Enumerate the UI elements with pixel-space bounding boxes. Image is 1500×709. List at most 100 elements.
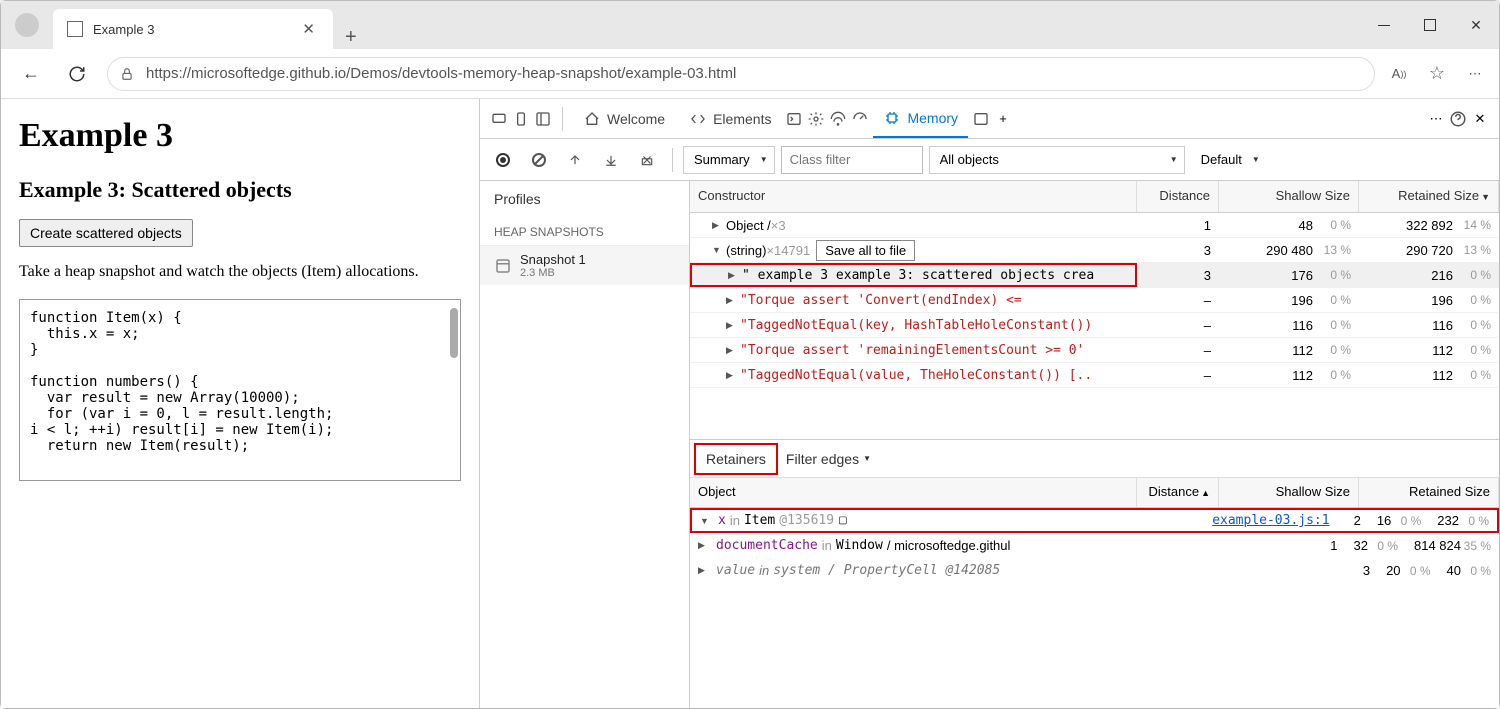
help-icon[interactable]	[1449, 110, 1467, 128]
retainers-rows[interactable]: ▼x in Item @135619 ▢example-03.js:12160 …	[690, 508, 1499, 708]
console-icon[interactable]	[785, 110, 803, 128]
save-all-button[interactable]: Save all to file	[816, 240, 915, 261]
sources-icon[interactable]	[807, 110, 825, 128]
page-h2: Example 3: Scattered objects	[19, 177, 461, 203]
home-icon	[583, 110, 601, 128]
window-maximize-button[interactable]	[1407, 1, 1453, 49]
devtools-tabs: Welcome Elements Memory + ⋯ ✕	[480, 99, 1499, 139]
tab-memory[interactable]: Memory	[873, 99, 968, 138]
sort-desc-icon: ▼	[1481, 192, 1490, 202]
code-box[interactable]: function Item(x) { this.x = x; } functio…	[19, 299, 461, 481]
retainers-header: Object Distance▲ Shallow Size Retained S…	[690, 478, 1499, 508]
refresh-button[interactable]	[61, 58, 93, 90]
heap-area: Constructor Distance Shallow Size Retain…	[690, 181, 1499, 708]
heap-row[interactable]: ▶" example 3 example 3: scattered object…	[690, 263, 1499, 288]
window-controls	[1361, 1, 1499, 49]
heap-header: Constructor Distance Shallow Size Retain…	[690, 181, 1499, 213]
page-paragraph: Take a heap snapshot and watch the objec…	[19, 263, 461, 281]
address-bar: ← https://microsoftedge.github.io/Demos/…	[1, 49, 1499, 99]
dock-icon[interactable]	[534, 110, 552, 128]
page-icon	[67, 21, 83, 37]
devtools-close-icon[interactable]: ✕	[1471, 110, 1489, 128]
retainers-tabs: Retainers Filter edges	[690, 440, 1499, 478]
memory-icon	[883, 109, 901, 127]
window-close-button[interactable]	[1453, 1, 1499, 49]
snapshot-icon	[494, 257, 512, 275]
ret-col-retained[interactable]: Retained Size	[1359, 478, 1499, 507]
record-button[interactable]	[488, 145, 518, 175]
ret-col-object[interactable]: Object	[690, 478, 1137, 507]
address-input[interactable]: https://microsoftedge.github.io/Demos/de…	[107, 57, 1375, 91]
code-scrollbar[interactable]	[444, 302, 458, 478]
objects-select[interactable]: All objects	[929, 146, 1185, 174]
window-minimize-button[interactable]	[1361, 1, 1407, 49]
heap-row[interactable]: ▶"TaggedNotEqual(value, TheHoleConstant(…	[690, 363, 1499, 388]
more-icon[interactable]: ⋯	[1465, 64, 1485, 84]
ret-col-distance[interactable]: Distance▲	[1137, 478, 1219, 507]
page-h1: Example 3	[19, 117, 461, 155]
back-button[interactable]: ←	[15, 58, 47, 90]
download-button[interactable]	[596, 145, 626, 175]
memory-toolbar: Summary All objects Default	[480, 139, 1499, 181]
snapshot-item[interactable]: Snapshot 1 2.3 MB	[480, 246, 689, 285]
main-area: Example 3 Example 3: Scattered objects C…	[1, 99, 1499, 708]
scrollbar-thumb[interactable]	[450, 308, 458, 358]
heap-row[interactable]: ▶"Torque assert 'Convert(endIndex) <=–19…	[690, 288, 1499, 313]
reading-icon[interactable]: A))	[1389, 64, 1409, 84]
settings-more-icon[interactable]: ⋯	[1427, 110, 1445, 128]
elements-icon	[689, 110, 707, 128]
col-shallow[interactable]: Shallow Size	[1219, 181, 1359, 212]
tab-welcome[interactable]: Welcome	[573, 99, 675, 138]
divider	[562, 107, 563, 131]
snapshot-size: 2.3 MB	[520, 267, 586, 279]
delete-button[interactable]	[632, 145, 662, 175]
heap-row[interactable]: ▼(string) ×14791Save all to file3290 480…	[690, 238, 1499, 263]
retainer-row[interactable]: ▶value in system / PropertyCell @1420853…	[690, 558, 1499, 583]
performance-icon[interactable]	[851, 110, 869, 128]
filter-edges-select[interactable]: Filter edges	[786, 451, 871, 467]
lock-icon	[120, 67, 134, 81]
titlebar: Example 3 ✕ +	[1, 1, 1499, 49]
heap-rows[interactable]: ▶Object / ×31480 %322 89214 %▼(string) ×…	[690, 213, 1499, 439]
new-tab-button[interactable]: +	[333, 26, 369, 49]
snapshot-name: Snapshot 1	[520, 252, 586, 267]
divider	[672, 148, 673, 172]
source-link[interactable]: example-03.js:1	[1212, 513, 1337, 528]
heap-row[interactable]: ▶"TaggedNotEqual(key, HashTableHoleConst…	[690, 313, 1499, 338]
tab-close-icon[interactable]: ✕	[298, 16, 319, 42]
network-icon[interactable]	[829, 110, 847, 128]
favorite-icon[interactable]: ☆	[1427, 64, 1447, 84]
ret-col-shallow[interactable]: Shallow Size	[1219, 478, 1359, 507]
page-content: Example 3 Example 3: Scattered objects C…	[1, 99, 479, 708]
application-icon[interactable]	[972, 110, 990, 128]
heap-row[interactable]: ▶"Torque assert 'remainingElementsCount …	[690, 338, 1499, 363]
browser-tabs: Example 3 ✕ +	[53, 1, 369, 49]
col-constructor[interactable]: Constructor	[690, 181, 1137, 212]
heap-row[interactable]: ▶Object / ×31480 %322 89214 %	[690, 213, 1499, 238]
profiles-sidebar: Profiles HEAP SNAPSHOTS Snapshot 1 2.3 M…	[480, 181, 690, 708]
tab-elements[interactable]: Elements	[679, 99, 781, 138]
addr-actions: A)) ☆ ⋯	[1389, 64, 1485, 84]
tab-title: Example 3	[93, 22, 298, 37]
add-panel-icon[interactable]: +	[994, 110, 1012, 128]
url-text: https://microsoftedge.github.io/Demos/de…	[146, 65, 736, 82]
heap-snapshots-section: HEAP SNAPSHOTS	[480, 217, 689, 246]
col-distance[interactable]: Distance	[1137, 181, 1219, 212]
view-select[interactable]: Summary	[683, 146, 775, 174]
create-objects-button[interactable]: Create scattered objects	[19, 219, 193, 247]
col-retained[interactable]: Retained Size▼	[1359, 181, 1499, 212]
devtools-panel: Welcome Elements Memory + ⋯ ✕	[479, 99, 1499, 708]
class-filter-input[interactable]	[781, 146, 923, 174]
profile-avatar[interactable]	[15, 13, 39, 37]
browser-tab[interactable]: Example 3 ✕	[53, 9, 333, 49]
perspective-select[interactable]: Default	[1191, 146, 1266, 174]
profiles-header: Profiles	[480, 181, 689, 217]
upload-button[interactable]	[560, 145, 590, 175]
clear-button[interactable]	[524, 145, 554, 175]
inspect-icon[interactable]	[490, 110, 508, 128]
retainer-row[interactable]: ▼x in Item @135619 ▢example-03.js:12160 …	[690, 508, 1499, 533]
retainer-row[interactable]: ▶documentCache in Window / microsoftedge…	[690, 533, 1499, 558]
retainers-tab[interactable]: Retainers	[694, 443, 778, 475]
device-icon[interactable]	[512, 110, 530, 128]
retainers-area: Retainers Filter edges Object Distance▲ …	[690, 439, 1499, 708]
